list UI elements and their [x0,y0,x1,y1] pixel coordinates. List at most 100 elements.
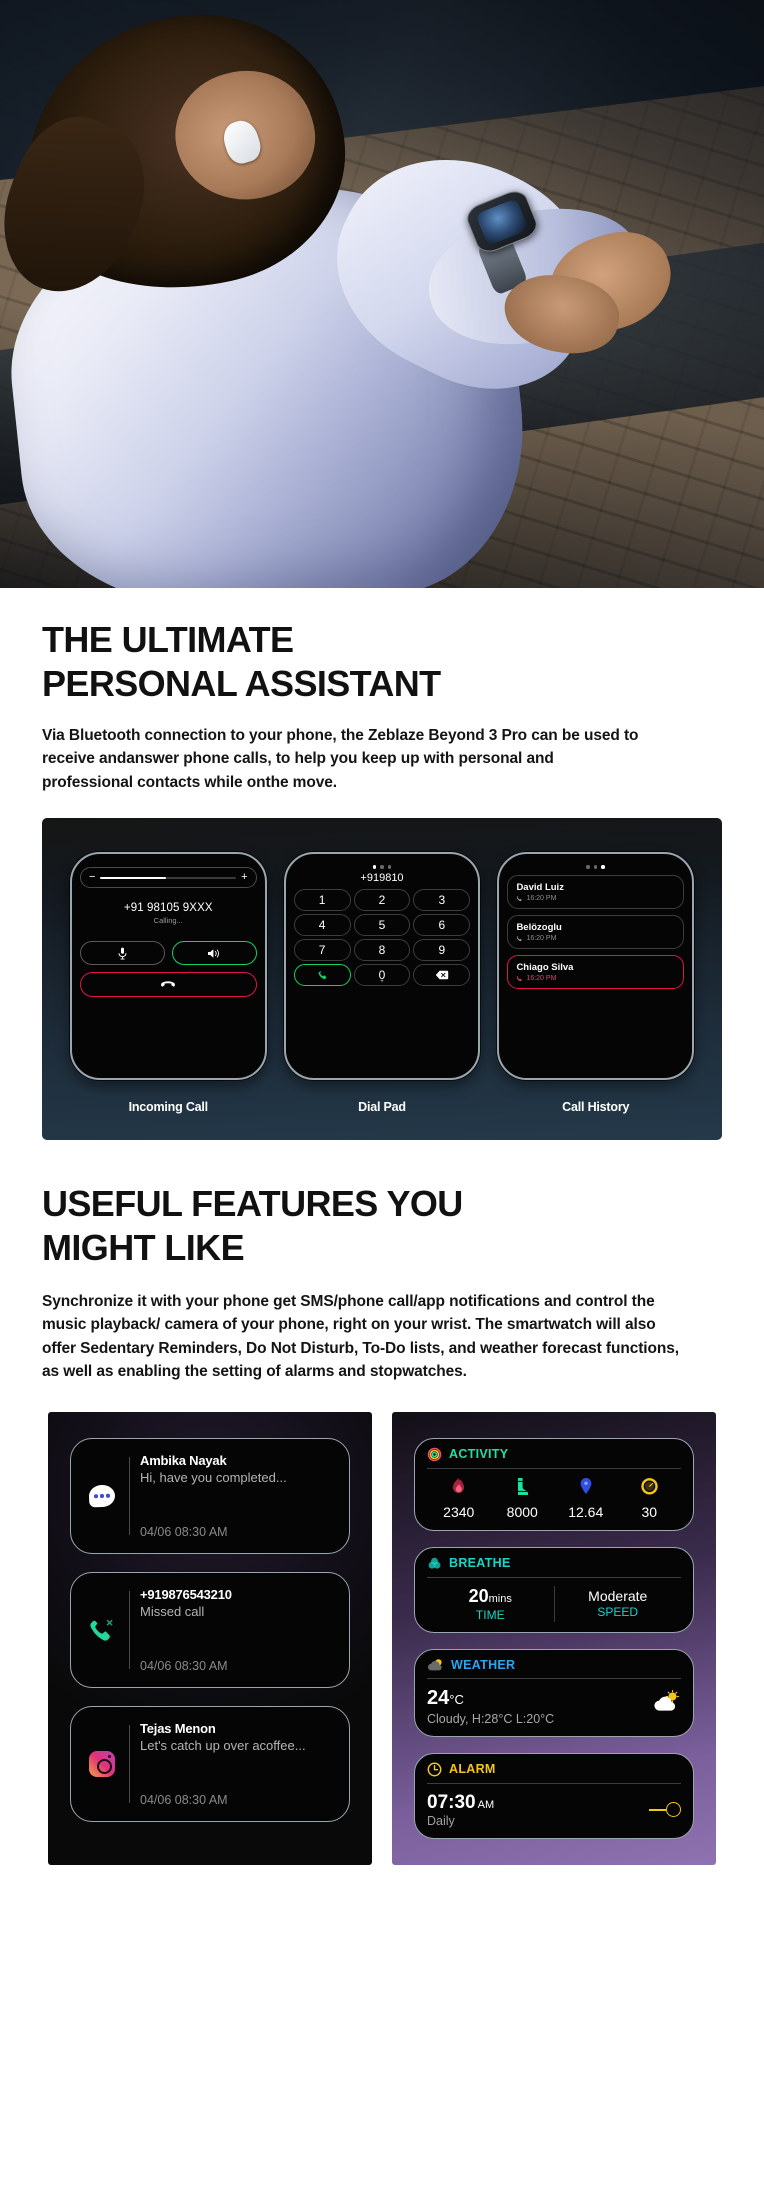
breathe-time-label: TIME [475,1607,505,1622]
divider [427,1782,681,1784]
microphone-icon [118,947,127,960]
watch-frame-dial-pad: +919810 1 2 3 4 5 6 7 8 9 0 + [283,852,481,1080]
key-4[interactable]: 4 [293,913,351,936]
flame-icon [453,1477,465,1493]
breathe-time: 20mins TIME [427,1586,554,1622]
page-dot [387,865,392,869]
weather-body: 24°C Cloudy, H:28°C L:20°C [427,1687,681,1726]
breathe-widget[interactable]: BREATHE 20mins TIME Moderate SPEED [414,1546,694,1633]
call-time: 16:20 PM [516,895,675,902]
page-dot [586,865,590,869]
dial-pad-column: +919810 1 2 3 4 5 6 7 8 9 0 + Dial Pad [283,852,481,1114]
key-7[interactable]: 7 [293,938,351,961]
activity-metrics: 2340 8000 12.64 30 [427,1477,681,1520]
call-time: 16:20 PM [516,935,675,942]
notification-timestamp: 04/06 08:30 AM [140,1792,228,1807]
volume-down-icon[interactable]: − [89,872,95,883]
breathe-speed-value: Moderate [588,1588,648,1605]
activity-steps: 8000 [491,1477,555,1520]
call-time-text: 16:20 PM [526,894,557,902]
dialed-number: +919810 [360,871,404,884]
breathe-minutes: 20 [468,1585,489,1606]
stopwatch-icon [641,1478,658,1495]
notification-card[interactable]: Ambika Nayak Hi, have you completed... 0… [70,1437,350,1554]
weather-title: WEATHER [451,1657,516,1672]
breathe-title: BREATHE [449,1556,511,1571]
divider [427,1576,681,1578]
section-two-text: USEFUL FEATURES YOU MIGHT LIKE Synchroni… [0,1140,764,1384]
breathe-header: BREATHE [427,1556,681,1577]
page-dot [593,865,598,869]
speaker-button[interactable] [171,941,257,966]
notification-title: +919876543210 [140,1586,232,1602]
call-history-row[interactable]: David Luiz 16:20 PM [507,874,684,909]
toggle-track [649,1808,666,1812]
feature-panels: Ambika Nayak Hi, have you completed... 0… [48,1411,716,1865]
partly-cloudy-icon [427,1659,442,1671]
key-3[interactable]: 3 [413,888,471,911]
missed-call-icon [517,975,523,982]
call-history-caption: Call History [562,1099,630,1114]
alarm-widget[interactable]: ALARM 07:30 AM Daily [414,1752,694,1839]
hangup-icon [161,981,176,988]
incoming-call-column: − + +91 98105 9XXX Calling... Incoming C… [70,852,267,1114]
key-0[interactable]: 0 + [353,963,411,986]
contact-name: Belözoglu [516,921,562,933]
current-temperature: 24°C [427,1687,554,1710]
backspace-button[interactable] [413,963,471,986]
heading-line-2: PERSONAL ASSISTANT [42,662,441,704]
activity-widget[interactable]: ACTIVITY 2340 8000 12.64 30 [414,1437,694,1531]
call-history-row-missed[interactable]: Chiago Silva 16:20 PM [507,954,684,989]
breathe-speed-label: SPEED [597,1605,639,1620]
volume-slider[interactable]: − + [80,867,257,889]
alarm-toggle[interactable] [647,1802,681,1818]
key-8[interactable]: 8 [353,938,411,961]
alarm-header: ALARM [427,1762,681,1783]
dial-pad-caption: Dial Pad [358,1099,406,1114]
divider [129,1724,130,1803]
mute-microphone-button[interactable] [80,941,165,966]
alarm-meridiem: AM [477,1798,495,1811]
call-button[interactable] [293,963,351,986]
alarm-time-value: 07:30 [427,1791,476,1813]
notification-text: Missed call [140,1603,205,1619]
breathe-speed: Moderate SPEED [555,1588,682,1619]
volume-track[interactable] [100,876,237,880]
key-5[interactable]: 5 [353,913,411,936]
breathe-metrics: 20mins TIME Moderate SPEED [427,1585,682,1622]
divider [129,1456,130,1535]
notification-card[interactable]: +919876543210 Missed call 04/06 08:30 AM [70,1571,350,1688]
hangup-button[interactable] [80,972,257,998]
alarm-repeat: Daily [427,1813,455,1828]
alarm-details: 07:30 AM Daily [427,1792,494,1828]
key-9[interactable]: 9 [413,938,471,961]
incoming-call-caption: Incoming Call [128,1099,209,1114]
calories-value: 2340 [443,1503,475,1520]
call-time: 16:20 PM [516,975,675,982]
key-2[interactable]: 2 [353,888,411,911]
activity-header: ACTIVITY [427,1447,681,1468]
notification-card[interactable]: Tejas Menon Let's catch up over acoffee.… [70,1705,350,1822]
call-time-text: 16:20 PM [526,974,557,982]
section-one-text: THE ULTIMATE PERSONAL ASSISTANT Via Blue… [0,588,764,794]
widgets-panel: ACTIVITY 2340 8000 12.64 30 BREATHE 20mi… [392,1411,716,1865]
volume-fill [100,876,166,880]
volume-up-icon[interactable]: + [241,872,247,883]
key-6[interactable]: 6 [413,913,471,936]
key-1[interactable]: 1 [293,888,351,911]
watch-screens-row: − + +91 98105 9XXX Calling... Incoming C… [56,852,708,1114]
breathe-unit: mins [488,1592,512,1605]
alarm-body: 07:30 AM Daily [427,1792,681,1828]
call-history-row[interactable]: Belözoglu 16:20 PM [507,914,684,949]
page-indicator-dialpad [294,865,471,869]
activity-calories: 2340 [427,1477,491,1520]
contact-name: David Luiz [516,881,564,893]
phone-icon [517,935,523,942]
notification-text: Let's catch up over acoffee... [140,1737,306,1753]
duration-value: 30 [641,1503,658,1520]
breathe-time-value: 20mins [427,1586,554,1607]
weather-widget[interactable]: WEATHER 24°C Cloudy, H:28°C L:20°C [414,1648,694,1737]
notification-timestamp: 04/06 08:30 AM [140,1658,228,1673]
notification-text: Hi, have you completed... [140,1469,287,1485]
key-0-plus: + [380,978,384,985]
